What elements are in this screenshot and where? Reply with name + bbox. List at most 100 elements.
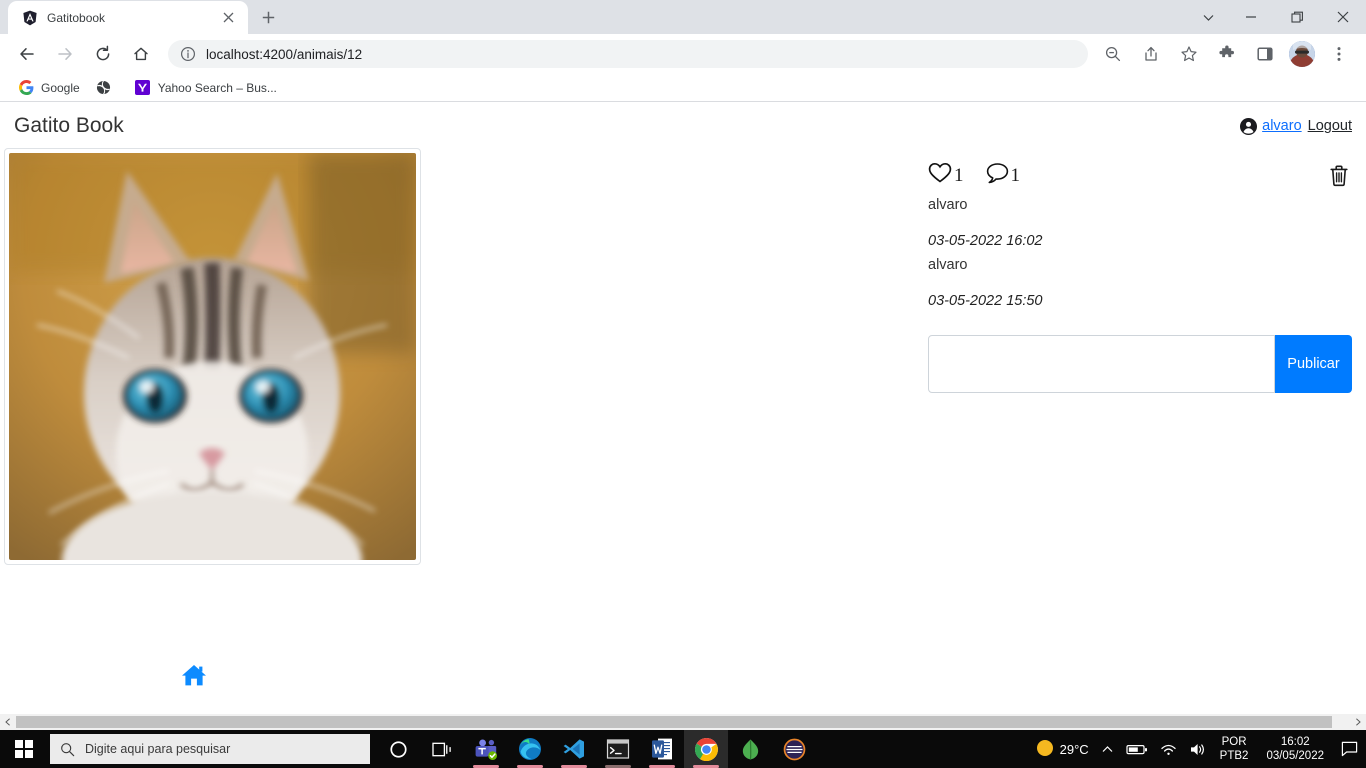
speaker-icon[interactable] [1183,730,1212,768]
gatitobook-app: Gatito Book alvaro Logout 1 1 alvaro 03-… [0,102,1366,714]
share-icon[interactable] [1137,40,1165,68]
language-primary: POR [1221,735,1247,748]
home-icon[interactable] [180,661,208,689]
google-g-icon [18,80,34,96]
microsoft-edge-icon[interactable] [508,730,552,768]
cortana-icon[interactable] [376,730,420,768]
comment-bubble-icon[interactable] [986,162,1009,189]
microsoft-word-icon[interactable] [640,730,684,768]
tab-title: Gatitobook [47,10,106,25]
command-prompt-icon[interactable] [596,730,640,768]
page-title: Gatito Book [14,114,124,137]
taskbar-apps [376,730,816,768]
close-window-button[interactable] [1320,0,1366,34]
comment-count: 1 [1010,165,1021,186]
battery-icon[interactable] [1120,730,1154,768]
app-header: Gatito Book alvaro Logout [0,102,1366,148]
engagement-counters: 1 1 [928,162,1042,189]
bookmark-globe[interactable] [88,77,127,99]
bookmarks-bar: Google Yahoo Search – Bus... [0,74,1366,102]
scroll-left-arrow[interactable] [0,714,16,730]
window-controls [1188,0,1366,34]
comment-author: alvaro [928,197,968,213]
forward-arrow-icon [51,40,79,68]
logout-link[interactable]: Logout [1308,118,1352,134]
tab-close-icon[interactable] [218,8,238,28]
comment-form: Publicar [928,335,1352,393]
chrome-browser-window: Gatitobook localhost:4200/animais/12 Goo… [0,0,1366,730]
google-chrome-icon[interactable] [684,730,728,768]
clock-time: 16:02 [1280,735,1310,748]
bookmark-yahoo-search[interactable]: Yahoo Search – Bus... [127,77,285,99]
zoom-out-icon[interactable] [1099,40,1127,68]
address-bar[interactable]: localhost:4200/animais/12 [168,40,1088,68]
search-magnifier-icon [60,742,75,757]
current-user-link[interactable]: alvaro [1262,118,1302,134]
maximize-button[interactable] [1274,0,1320,34]
taskbar-search-placeholder: Digite aqui para pesquisar [85,742,231,756]
footer-nav [0,661,1366,689]
horizontal-scrollbar[interactable] [0,714,1366,730]
like-counter[interactable]: 1 [928,162,964,189]
kitten-photo [9,153,416,560]
heart-outline-icon[interactable] [928,162,952,189]
tab-strip: Gatitobook [0,0,1366,34]
angular-favicon [22,10,38,26]
comment-timestamp: 03-05-2022 15:50 [928,293,1043,309]
language-secondary: PTB2 [1219,750,1249,762]
globe-icon [96,80,112,96]
minimize-button[interactable] [1228,0,1274,34]
clock-date: 03/05/2022 [1266,750,1324,762]
weather-widget[interactable]: 29°C [1030,730,1095,768]
address-bar-url: localhost:4200/animais/12 [206,46,363,62]
back-arrow-icon[interactable] [13,40,41,68]
detail-header: 1 1 [928,162,1352,189]
scrollbar-thumb[interactable] [16,716,1332,728]
info-circle-icon[interactable] [180,46,196,62]
system-tray: 29°C POR PTB2 16:02 03/05/2022 [1030,730,1366,768]
vs-code-icon[interactable] [552,730,596,768]
new-tab-button[interactable] [254,3,282,31]
star-icon[interactable] [1175,40,1203,68]
windows-start-icon[interactable] [0,730,48,768]
scroll-right-arrow[interactable] [1350,714,1366,730]
trash-icon[interactable] [1326,162,1352,188]
user-menu: alvaro Logout [1240,117,1352,135]
clock-widget[interactable]: 16:02 03/05/2022 [1256,735,1334,764]
profile-avatar[interactable] [1289,41,1315,67]
sun-icon [1036,739,1054,760]
photo-column [0,148,421,565]
windows-taskbar: Digite aqui para pesquisar 29°C POR PTB2… [0,730,1366,768]
three-dot-menu-icon[interactable] [1325,40,1353,68]
comment-timestamp: 03-05-2022 16:02 [928,233,1043,249]
comment-list: alvaro 03-05-2022 16:02 alvaro 03-05-202… [928,197,1352,309]
task-view-icon[interactable] [420,730,464,768]
eclipse-icon[interactable] [772,730,816,768]
home-icon[interactable] [127,40,155,68]
show-hidden-icons-chevron-up-icon[interactable] [1095,730,1120,768]
temperature-label: 29°C [1059,741,1089,757]
person-circle-icon [1240,117,1258,135]
comment-author: alvaro [928,257,968,273]
notification-icon[interactable] [1334,730,1364,768]
reload-icon[interactable] [89,40,117,68]
scrollbar-track[interactable] [16,714,1350,730]
side-panel-icon[interactable] [1251,40,1279,68]
comment-input[interactable] [928,335,1275,393]
publish-comment-button[interactable]: Publicar [1275,335,1352,393]
bookmark-label: Yahoo Search – Bus... [157,80,277,95]
browser-toolbar: localhost:4200/animais/12 [0,34,1366,74]
browser-tab-gatitobook[interactable]: Gatitobook [8,1,248,34]
tab-search-chevron-down-icon[interactable] [1188,0,1228,34]
main-content: 1 1 alvaro 03-05-2022 16:02 alvaro 03-05… [0,148,1366,565]
taskbar-search-box[interactable]: Digite aqui para pesquisar [50,734,370,764]
wifi-icon[interactable] [1154,730,1183,768]
bookmark-label: Google [41,80,80,95]
microsoft-teams-icon[interactable] [464,730,508,768]
like-count: 1 [954,165,964,186]
bookmark-google[interactable]: Google [10,77,88,99]
mongodb-leaf-icon[interactable] [728,730,772,768]
puzzle-piece-icon[interactable] [1213,40,1241,68]
comment-counter[interactable]: 1 [986,162,1021,189]
language-indicator[interactable]: POR PTB2 [1212,735,1257,764]
